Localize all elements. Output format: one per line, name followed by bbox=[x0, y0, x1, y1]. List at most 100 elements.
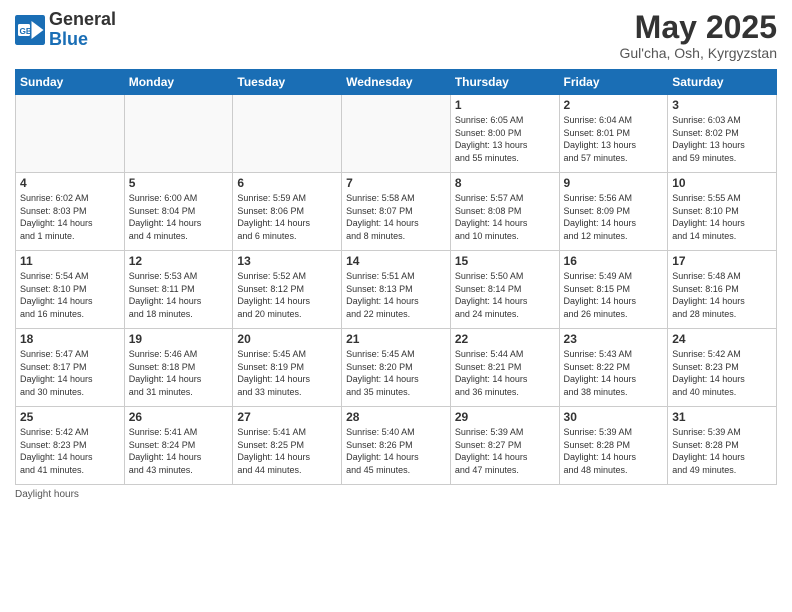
day-info: Sunrise: 5:49 AM Sunset: 8:15 PM Dayligh… bbox=[564, 270, 664, 320]
calendar-header-row: SundayMondayTuesdayWednesdayThursdayFrid… bbox=[16, 70, 777, 95]
calendar-week-row: 4Sunrise: 6:02 AM Sunset: 8:03 PM Daylig… bbox=[16, 173, 777, 251]
day-info: Sunrise: 5:53 AM Sunset: 8:11 PM Dayligh… bbox=[129, 270, 229, 320]
day-number: 15 bbox=[455, 254, 555, 268]
day-number: 20 bbox=[237, 332, 337, 346]
col-header-thursday: Thursday bbox=[450, 70, 559, 95]
day-number: 11 bbox=[20, 254, 120, 268]
day-info: Sunrise: 5:47 AM Sunset: 8:17 PM Dayligh… bbox=[20, 348, 120, 398]
calendar-cell bbox=[124, 95, 233, 173]
calendar-week-row: 25 Sunrise: 5:42 AM Sunset: 8:23 PM Dayli… bbox=[16, 407, 777, 485]
calendar-cell: 18Sunrise: 5:47 AM Sunset: 8:17 PM Dayli… bbox=[16, 329, 125, 407]
day-info: Sunrise: 5:45 AM Sunset: 8:20 PM Dayligh… bbox=[346, 348, 446, 398]
calendar-cell: 28Sunrise: 5:40 AM Sunset: 8:26 PM Dayli… bbox=[342, 407, 451, 485]
calendar-cell: 14 Sunrise: 5:51 AM Sunset: 8:13 PM Dayli… bbox=[342, 251, 451, 329]
day-number: 16 bbox=[564, 254, 664, 268]
calendar-cell: 6 Sunrise: 5:59 AM Sunset: 8:06 PM Daylig… bbox=[233, 173, 342, 251]
calendar-week-row: 11 Sunrise: 5:54 AM Sunset: 8:10 PM Dayli… bbox=[16, 251, 777, 329]
day-info: Sunrise: 5:59 AM Sunset: 8:06 PM Dayligh… bbox=[237, 192, 337, 242]
calendar-cell: 22 Sunrise: 5:44 AM Sunset: 8:21 PM Dayli… bbox=[450, 329, 559, 407]
calendar-cell: 9Sunrise: 5:56 AM Sunset: 8:09 PM Daylig… bbox=[559, 173, 668, 251]
calendar-cell: 30 Sunrise: 5:39 AM Sunset: 8:28 PM Dayli… bbox=[559, 407, 668, 485]
day-info: Sunrise: 5:39 AM Sunset: 8:27 PM Dayligh… bbox=[455, 426, 555, 476]
day-number: 27 bbox=[237, 410, 337, 424]
calendar-cell: 19 Sunrise: 5:46 AM Sunset: 8:18 PM Dayli… bbox=[124, 329, 233, 407]
calendar-cell: 13Sunrise: 5:52 AM Sunset: 8:12 PM Dayli… bbox=[233, 251, 342, 329]
day-number: 14 bbox=[346, 254, 446, 268]
day-info: Sunrise: 5:50 AM Sunset: 8:14 PM Dayligh… bbox=[455, 270, 555, 320]
month-title: May 2025 bbox=[619, 10, 777, 45]
day-info: Sunrise: 5:42 AM Sunset: 8:23 PM Dayligh… bbox=[20, 426, 120, 476]
calendar-cell: 15 Sunrise: 5:50 AM Sunset: 8:14 PM Dayli… bbox=[450, 251, 559, 329]
day-number: 25 bbox=[20, 410, 120, 424]
day-info: Sunrise: 5:42 AM Sunset: 8:23 PM Dayligh… bbox=[672, 348, 772, 398]
day-number: 12 bbox=[129, 254, 229, 268]
calendar-cell: 27 Sunrise: 5:41 AM Sunset: 8:25 PM Dayli… bbox=[233, 407, 342, 485]
day-info: Sunrise: 5:41 AM Sunset: 8:25 PM Dayligh… bbox=[237, 426, 337, 476]
calendar-week-row: 1 Sunrise: 6:05 AM Sunset: 8:00 PM Daylig… bbox=[16, 95, 777, 173]
day-info: Sunrise: 5:39 AM Sunset: 8:28 PM Dayligh… bbox=[672, 426, 772, 476]
day-info: Sunrise: 6:03 AM Sunset: 8:02 PM Dayligh… bbox=[672, 114, 772, 164]
col-header-friday: Friday bbox=[559, 70, 668, 95]
logo-icon: GB bbox=[15, 15, 45, 45]
day-info: Sunrise: 5:39 AM Sunset: 8:28 PM Dayligh… bbox=[564, 426, 664, 476]
day-info: Sunrise: 5:40 AM Sunset: 8:26 PM Dayligh… bbox=[346, 426, 446, 476]
calendar-cell bbox=[233, 95, 342, 173]
day-number: 1 bbox=[455, 98, 555, 112]
logo-general-text: General bbox=[49, 10, 116, 30]
day-info: Sunrise: 5:43 AM Sunset: 8:22 PM Dayligh… bbox=[564, 348, 664, 398]
calendar-week-row: 18Sunrise: 5:47 AM Sunset: 8:17 PM Dayli… bbox=[16, 329, 777, 407]
col-header-monday: Monday bbox=[124, 70, 233, 95]
day-info: Sunrise: 5:57 AM Sunset: 8:08 PM Dayligh… bbox=[455, 192, 555, 242]
day-info: Sunrise: 5:54 AM Sunset: 8:10 PM Dayligh… bbox=[20, 270, 120, 320]
svg-text:GB: GB bbox=[20, 27, 32, 36]
col-header-saturday: Saturday bbox=[668, 70, 777, 95]
day-number: 6 bbox=[237, 176, 337, 190]
day-number: 8 bbox=[455, 176, 555, 190]
logo: GB General Blue bbox=[15, 10, 116, 50]
logo-blue-text: Blue bbox=[49, 30, 116, 50]
day-number: 10 bbox=[672, 176, 772, 190]
col-header-sunday: Sunday bbox=[16, 70, 125, 95]
day-number: 22 bbox=[455, 332, 555, 346]
day-info: Sunrise: 5:48 AM Sunset: 8:16 PM Dayligh… bbox=[672, 270, 772, 320]
calendar-cell: 20Sunrise: 5:45 AM Sunset: 8:19 PM Dayli… bbox=[233, 329, 342, 407]
day-info: Sunrise: 5:52 AM Sunset: 8:12 PM Dayligh… bbox=[237, 270, 337, 320]
day-info: Sunrise: 6:05 AM Sunset: 8:00 PM Dayligh… bbox=[455, 114, 555, 164]
day-number: 23 bbox=[564, 332, 664, 346]
day-info: Sunrise: 6:00 AM Sunset: 8:04 PM Dayligh… bbox=[129, 192, 229, 242]
day-number: 21 bbox=[346, 332, 446, 346]
day-number: 24 bbox=[672, 332, 772, 346]
day-number: 30 bbox=[564, 410, 664, 424]
day-info: Sunrise: 5:46 AM Sunset: 8:18 PM Dayligh… bbox=[129, 348, 229, 398]
day-info: Sunrise: 6:04 AM Sunset: 8:01 PM Dayligh… bbox=[564, 114, 664, 164]
calendar-cell bbox=[16, 95, 125, 173]
day-number: 2 bbox=[564, 98, 664, 112]
day-info: Sunrise: 5:41 AM Sunset: 8:24 PM Dayligh… bbox=[129, 426, 229, 476]
day-number: 7 bbox=[346, 176, 446, 190]
calendar-cell: 21 Sunrise: 5:45 AM Sunset: 8:20 PM Dayli… bbox=[342, 329, 451, 407]
day-info: Sunrise: 5:55 AM Sunset: 8:10 PM Dayligh… bbox=[672, 192, 772, 242]
calendar-cell: 25 Sunrise: 5:42 AM Sunset: 8:23 PM Dayli… bbox=[16, 407, 125, 485]
calendar-cell: 29Sunrise: 5:39 AM Sunset: 8:27 PM Dayli… bbox=[450, 407, 559, 485]
calendar-table: SundayMondayTuesdayWednesdayThursdayFrid… bbox=[15, 69, 777, 485]
day-info: Sunrise: 6:02 AM Sunset: 8:03 PM Dayligh… bbox=[20, 192, 120, 242]
calendar-cell: 8 Sunrise: 5:57 AM Sunset: 8:08 PM Daylig… bbox=[450, 173, 559, 251]
calendar-cell: 17 Sunrise: 5:48 AM Sunset: 8:16 PM Dayli… bbox=[668, 251, 777, 329]
calendar-cell: 26 Sunrise: 5:41 AM Sunset: 8:24 PM Dayli… bbox=[124, 407, 233, 485]
calendar-cell bbox=[342, 95, 451, 173]
day-number: 19 bbox=[129, 332, 229, 346]
calendar-cell: 23 Sunrise: 5:43 AM Sunset: 8:22 PM Dayli… bbox=[559, 329, 668, 407]
day-number: 9 bbox=[564, 176, 664, 190]
day-info: Sunrise: 5:58 AM Sunset: 8:07 PM Dayligh… bbox=[346, 192, 446, 242]
day-number: 26 bbox=[129, 410, 229, 424]
calendar-cell: 5 Sunrise: 6:00 AM Sunset: 8:04 PM Daylig… bbox=[124, 173, 233, 251]
day-info: Sunrise: 5:44 AM Sunset: 8:21 PM Dayligh… bbox=[455, 348, 555, 398]
day-number: 17 bbox=[672, 254, 772, 268]
day-info: Sunrise: 5:51 AM Sunset: 8:13 PM Dayligh… bbox=[346, 270, 446, 320]
page-header: GB General Blue May 2025 Gul'cha, Osh, K… bbox=[15, 10, 777, 61]
logo-text: General Blue bbox=[49, 10, 116, 50]
location-text: Gul'cha, Osh, Kyrgyzstan bbox=[619, 45, 777, 61]
col-header-tuesday: Tuesday bbox=[233, 70, 342, 95]
calendar-cell: 2 Sunrise: 6:04 AM Sunset: 8:01 PM Daylig… bbox=[559, 95, 668, 173]
day-number: 5 bbox=[129, 176, 229, 190]
